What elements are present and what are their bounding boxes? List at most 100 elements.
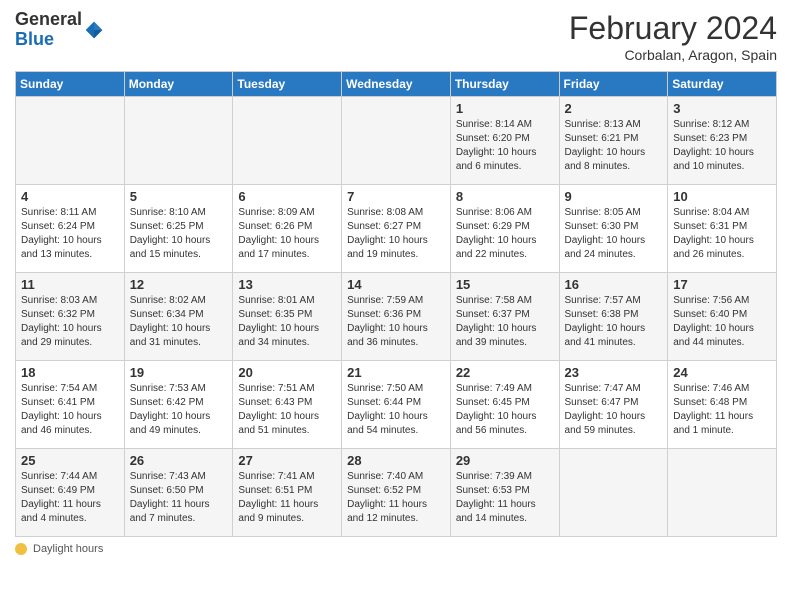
logo-text: General Blue (15, 10, 82, 50)
cell-text: Sunrise: 7:59 AMSunset: 6:36 PMDaylight:… (347, 294, 445, 350)
cell-text: Sunrise: 7:50 AMSunset: 6:44 PMDaylight:… (347, 382, 445, 438)
day-number: 3 (673, 101, 771, 116)
calendar-cell: 1 Sunrise: 8:14 AMSunset: 6:20 PMDaylight… (450, 97, 559, 185)
col-saturday: Saturday (668, 72, 777, 97)
calendar-cell: 29 Sunrise: 7:39 AMSunset: 6:53 PMDayligh… (450, 449, 559, 537)
col-thursday: Thursday (450, 72, 559, 97)
day-number: 10 (673, 189, 771, 204)
calendar-cell: 20 Sunrise: 7:51 AMSunset: 6:43 PMDayligh… (233, 361, 342, 449)
day-number: 28 (347, 453, 445, 468)
day-number: 29 (456, 453, 554, 468)
cell-text: Sunrise: 8:06 AMSunset: 6:29 PMDaylight:… (456, 206, 554, 262)
cell-text: Sunrise: 8:03 AMSunset: 6:32 PMDaylight:… (21, 294, 119, 350)
day-number: 21 (347, 365, 445, 380)
cell-text: Sunrise: 8:12 AMSunset: 6:23 PMDaylight:… (673, 118, 771, 174)
day-number: 18 (21, 365, 119, 380)
week-row-3: 18Sunrise: 7:54 AMSunset: 6:41 PMDayligh… (16, 361, 777, 449)
calendar-cell: 22 Sunrise: 7:49 AMSunset: 6:45 PMDayligh… (450, 361, 559, 449)
cell-text: Sunrise: 7:58 AMSunset: 6:37 PMDaylight:… (456, 294, 554, 350)
day-number: 14 (347, 277, 445, 292)
cell-text: Sunrise: 8:08 AMSunset: 6:27 PMDaylight:… (347, 206, 445, 262)
col-friday: Friday (559, 72, 668, 97)
calendar-cell: 9Sunrise: 8:05 AMSunset: 6:30 PMDaylight… (559, 185, 668, 273)
day-number: 8 (456, 189, 554, 204)
calendar-cell: 7 Sunrise: 8:08 AMSunset: 6:27 PMDaylight… (342, 185, 451, 273)
day-number: 11 (21, 277, 119, 292)
calendar-cell: 19 Sunrise: 7:53 AMSunset: 6:42 PMDayligh… (124, 361, 233, 449)
logo-general: General (15, 9, 82, 29)
day-number: 25 (21, 453, 119, 468)
day-number: 5 (130, 189, 228, 204)
day-number: 22 (456, 365, 554, 380)
calendar-cell: 14 Sunrise: 7:59 AMSunset: 6:36 PMDayligh… (342, 273, 451, 361)
cell-text: Sunrise: 8:02 AMSunset: 6:34 PMDaylight:… (130, 294, 228, 350)
cell-text: Sunrise: 7:51 AMSunset: 6:43 PMDaylight:… (238, 382, 336, 438)
cell-text: Sunrise: 7:41 AMSunset: 6:51 PMDaylight:… (238, 470, 336, 526)
day-number: 15 (456, 277, 554, 292)
cell-text: Sunrise: 7:39 AMSunset: 6:53 PMDaylight:… (456, 470, 554, 526)
logo-icon (84, 20, 104, 40)
daylight-label: Daylight hours (33, 543, 103, 555)
calendar-cell: 16Sunrise: 7:57 AMSunset: 6:38 PMDayligh… (559, 273, 668, 361)
calendar-cell: 4 Sunrise: 8:11 AMSunset: 6:24 PMDaylight… (16, 185, 125, 273)
title-section: February 2024 Corbalan, Aragon, Spain (569, 10, 777, 63)
cell-text: Sunrise: 7:46 AMSunset: 6:48 PMDaylight:… (673, 382, 771, 438)
day-number: 1 (456, 101, 554, 116)
calendar-cell: 2 Sunrise: 8:13 AMSunset: 6:21 PMDaylight… (559, 97, 668, 185)
col-tuesday: Tuesday (233, 72, 342, 97)
cell-text: Sunrise: 7:40 AMSunset: 6:52 PMDaylight:… (347, 470, 445, 526)
cell-text: Sunrise: 8:05 AMSunset: 6:30 PMDaylight:… (565, 206, 663, 262)
calendar-cell: 21 Sunrise: 7:50 AMSunset: 6:44 PMDayligh… (342, 361, 451, 449)
calendar-cell: 15 Sunrise: 7:58 AMSunset: 6:37 PMDayligh… (450, 273, 559, 361)
day-number: 12 (130, 277, 228, 292)
main-container: General Blue February 2024 Corbalan, Ara… (0, 0, 792, 565)
day-number: 24 (673, 365, 771, 380)
cell-text: Sunrise: 7:53 AMSunset: 6:42 PMDaylight:… (130, 382, 228, 438)
day-number: 16 (565, 277, 663, 292)
logo: General Blue (15, 10, 104, 50)
day-number: 23 (565, 365, 663, 380)
calendar-cell (559, 449, 668, 537)
month-title: February 2024 (569, 10, 777, 47)
calendar-cell: 10 Sunrise: 8:04 AMSunset: 6:31 PMDayligh… (668, 185, 777, 273)
cell-text: Sunrise: 8:11 AMSunset: 6:24 PMDaylight:… (21, 206, 119, 262)
cell-text: Sunrise: 8:10 AMSunset: 6:25 PMDaylight:… (130, 206, 228, 262)
day-number: 20 (238, 365, 336, 380)
day-number: 19 (130, 365, 228, 380)
day-number: 26 (130, 453, 228, 468)
cell-text: Sunrise: 8:01 AMSunset: 6:35 PMDaylight:… (238, 294, 336, 350)
cell-text: Sunrise: 8:13 AMSunset: 6:21 PMDaylight:… (565, 118, 663, 174)
day-number: 2 (565, 101, 663, 116)
logo-blue: Blue (15, 29, 54, 49)
header-row: Sunday Monday Tuesday Wednesday Thursday… (16, 72, 777, 97)
calendar-cell (233, 97, 342, 185)
footer: Daylight hours (15, 543, 777, 555)
week-row-0: 1 Sunrise: 8:14 AMSunset: 6:20 PMDaylight… (16, 97, 777, 185)
calendar-cell: 8 Sunrise: 8:06 AMSunset: 6:29 PMDaylight… (450, 185, 559, 273)
cell-text: Sunrise: 8:09 AMSunset: 6:26 PMDaylight:… (238, 206, 336, 262)
col-wednesday: Wednesday (342, 72, 451, 97)
calendar-cell: 12 Sunrise: 8:02 AMSunset: 6:34 PMDayligh… (124, 273, 233, 361)
calendar-cell (668, 449, 777, 537)
calendar-cell: 13Sunrise: 8:01 AMSunset: 6:35 PMDayligh… (233, 273, 342, 361)
day-number: 6 (238, 189, 336, 204)
day-number: 27 (238, 453, 336, 468)
week-row-2: 11 Sunrise: 8:03 AMSunset: 6:32 PMDayligh… (16, 273, 777, 361)
cell-text: Sunrise: 8:04 AMSunset: 6:31 PMDaylight:… (673, 206, 771, 262)
cell-text: Sunrise: 7:43 AMSunset: 6:50 PMDaylight:… (130, 470, 228, 526)
calendar-cell: 18Sunrise: 7:54 AMSunset: 6:41 PMDayligh… (16, 361, 125, 449)
calendar-cell: 27 Sunrise: 7:41 AMSunset: 6:51 PMDayligh… (233, 449, 342, 537)
daylight-icon (15, 543, 27, 555)
subtitle: Corbalan, Aragon, Spain (569, 47, 777, 63)
cell-text: Sunrise: 7:49 AMSunset: 6:45 PMDaylight:… (456, 382, 554, 438)
col-sunday: Sunday (16, 72, 125, 97)
col-monday: Monday (124, 72, 233, 97)
calendar-cell: 23Sunrise: 7:47 AMSunset: 6:47 PMDayligh… (559, 361, 668, 449)
calendar-cell: 28 Sunrise: 7:40 AMSunset: 6:52 PMDayligh… (342, 449, 451, 537)
day-number: 7 (347, 189, 445, 204)
day-number: 4 (21, 189, 119, 204)
day-number: 17 (673, 277, 771, 292)
cell-text: Sunrise: 7:56 AMSunset: 6:40 PMDaylight:… (673, 294, 771, 350)
calendar-cell: 25Sunrise: 7:44 AMSunset: 6:49 PMDayligh… (16, 449, 125, 537)
cell-text: Sunrise: 8:14 AMSunset: 6:20 PMDaylight:… (456, 118, 554, 174)
